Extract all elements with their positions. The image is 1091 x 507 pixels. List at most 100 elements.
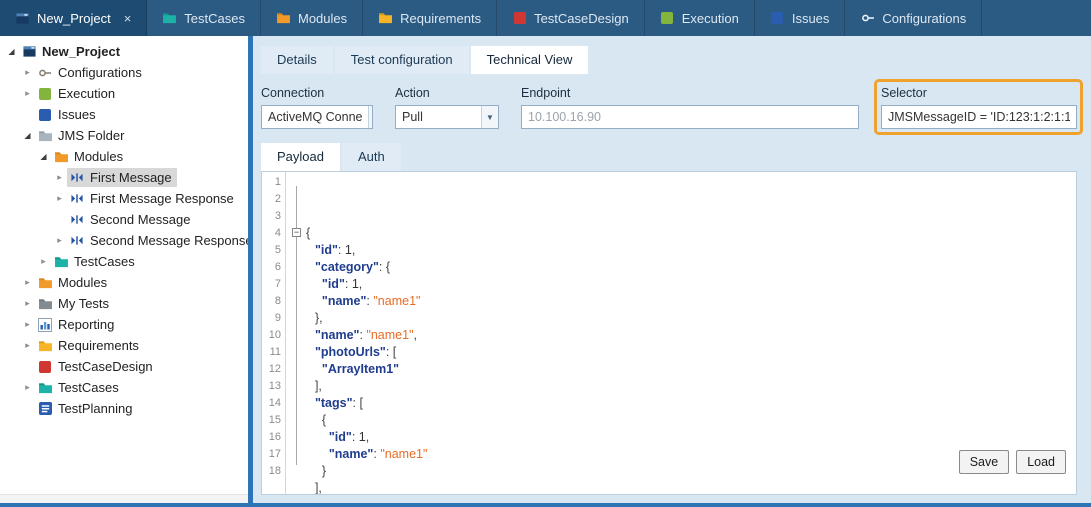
chevron-down-icon[interactable]: ▼ [481,106,498,128]
blue-square-icon [770,11,785,25]
tree-item-requirements[interactable]: ▸ Requirements [0,335,248,356]
connection-field: Connection ActiveMQ Conne ▼ [261,86,373,129]
code-line: }, [292,310,1068,327]
view-tabs: Details Test configuration Technical Vie… [261,46,1077,74]
tree-item-second-message-response[interactable]: ▸ Second Message Response [0,230,248,251]
message-icon [69,234,85,248]
line-number: 10 [262,327,281,344]
payload-editor: 123456789101112131415161718 −{ "id": 1, … [261,171,1077,495]
tree-item-testplanning[interactable]: TestPlanning [0,398,248,419]
expander-collapsed-icon[interactable]: ▸ [20,340,35,351]
connection-form: Connection ActiveMQ Conne ▼ Action Pull … [261,86,1077,129]
expander-collapsed-icon[interactable]: ▸ [52,172,67,183]
doc-tab-testcases[interactable]: TestCases [147,0,261,36]
endpoint-field: Endpoint [521,86,859,129]
tree-item-jms-modules[interactable]: ◢ Modules [0,146,248,167]
tree-item-modules[interactable]: ▸ Modules [0,272,248,293]
line-number: 16 [262,429,281,446]
expander-collapsed-icon[interactable]: ▸ [52,235,67,246]
sidebar-horizontal-scrollbar[interactable] [0,494,248,503]
code-line: "photoUrls": [ [292,344,1068,361]
tree-item-label: TestCaseDesign [58,359,153,374]
fold-toggle-icon[interactable]: − [292,228,301,237]
doc-tab-testcasedesign[interactable]: TestCaseDesign [497,0,645,36]
code-line: "tags": [ [292,395,1068,412]
code-line: "id": 1, [292,276,1068,293]
tree-item-label: Modules [74,149,123,164]
expander-collapsed-icon[interactable]: ▸ [20,319,35,330]
load-button[interactable]: Load [1016,450,1066,474]
folder-orange-icon [53,150,69,164]
expander-expanded-icon[interactable]: ◢ [20,131,35,140]
expander-expanded-icon[interactable]: ◢ [4,47,19,56]
connection-select[interactable]: ActiveMQ Conne ▼ [261,105,373,129]
doc-tab-configurations[interactable]: Configurations [845,0,982,36]
tree-item-jms-folder[interactable]: ◢ JMS Folder [0,125,248,146]
connection-label: Connection [261,86,373,100]
project-icon [21,45,37,59]
tree-item-label: Requirements [58,338,139,353]
tab-auth[interactable]: Auth [342,143,401,171]
tree-item-label: Configurations [58,65,142,80]
editor-code[interactable]: −{ "id": 1, "category": { "id": 1, "name… [286,172,1076,494]
expander-collapsed-icon[interactable]: ▸ [52,193,67,204]
tree-item-testcasedesign[interactable]: TestCaseDesign [0,356,248,377]
action-select[interactable]: Pull ▼ [395,105,499,129]
doc-tab-modules[interactable]: Modules [261,0,363,36]
doc-tab-execution[interactable]: Execution [645,0,755,36]
tab-details[interactable]: Details [261,46,333,74]
message-icon [69,192,85,206]
project-tree: ◢ New_Project ▸ Configurations ▸ Executi… [0,41,248,494]
expander-collapsed-icon[interactable]: ▸ [20,382,35,393]
save-button[interactable]: Save [959,450,1010,474]
expander-collapsed-icon[interactable]: ▸ [20,298,35,309]
tree-item-second-message[interactable]: Second Message [0,209,248,230]
expander-collapsed-icon[interactable]: ▸ [36,256,51,267]
expander-collapsed-icon[interactable]: ▸ [20,67,35,78]
endpoint-input[interactable] [521,105,859,129]
tree-item-new-project[interactable]: ◢ New_Project [0,41,248,62]
close-icon[interactable]: × [124,11,132,26]
code-line: { [292,412,1068,429]
expander-collapsed-icon[interactable]: ▸ [20,88,35,99]
line-number: 6 [262,259,281,276]
tree-item-label: Modules [58,275,107,290]
tab-technical-view[interactable]: Technical View [471,46,589,74]
line-number: 4 [262,225,281,242]
blue-square-icon [37,108,53,122]
tree-item-testcases[interactable]: ▸ TestCases [0,377,248,398]
tree-item-label: First Message Response [90,191,234,206]
doc-tab-label: Execution [682,11,739,26]
expander-expanded-icon[interactable]: ◢ [36,152,51,161]
tree-item-first-message[interactable]: ▸ First Message [0,167,248,188]
doc-tab-label: Requirements [400,11,481,26]
tree-item-configurations[interactable]: ▸ Configurations [0,62,248,83]
tree-item-jms-testcases[interactable]: ▸ TestCases [0,251,248,272]
folder-orange-icon [37,276,53,290]
editor-gutter: 123456789101112131415161718 [262,172,286,494]
connection-value: ActiveMQ Conne [268,110,362,124]
doc-tab-issues[interactable]: Issues [755,0,846,36]
code-line: ], [292,480,1068,494]
line-number: 15 [262,412,281,429]
red-square-icon [512,11,527,25]
tree-item-reporting[interactable]: ▸ Reporting [0,314,248,335]
endpoint-label: Endpoint [521,86,859,100]
tree-item-my-tests[interactable]: ▸ My Tests [0,293,248,314]
planning-icon [37,402,53,416]
tree-item-execution[interactable]: ▸ Execution [0,83,248,104]
doc-tab-new-project[interactable]: New_Project × [0,0,147,36]
doc-tab-requirements[interactable]: Requirements [363,0,497,36]
chevron-down-icon[interactable]: ▼ [368,106,373,128]
tab-payload[interactable]: Payload [261,143,340,171]
code-line: "category": { [292,259,1068,276]
code-line: "name": "name1" [292,446,1068,463]
action-value: Pull [402,110,423,124]
selector-input[interactable] [881,105,1077,129]
tree-item-first-message-response[interactable]: ▸ First Message Response [0,188,248,209]
detail-panel: Details Test configuration Technical Vie… [253,36,1091,503]
expander-collapsed-icon[interactable]: ▸ [20,277,35,288]
tree-item-issues[interactable]: Issues [0,104,248,125]
project-icon [15,11,30,25]
tab-test-configuration[interactable]: Test configuration [335,46,469,74]
